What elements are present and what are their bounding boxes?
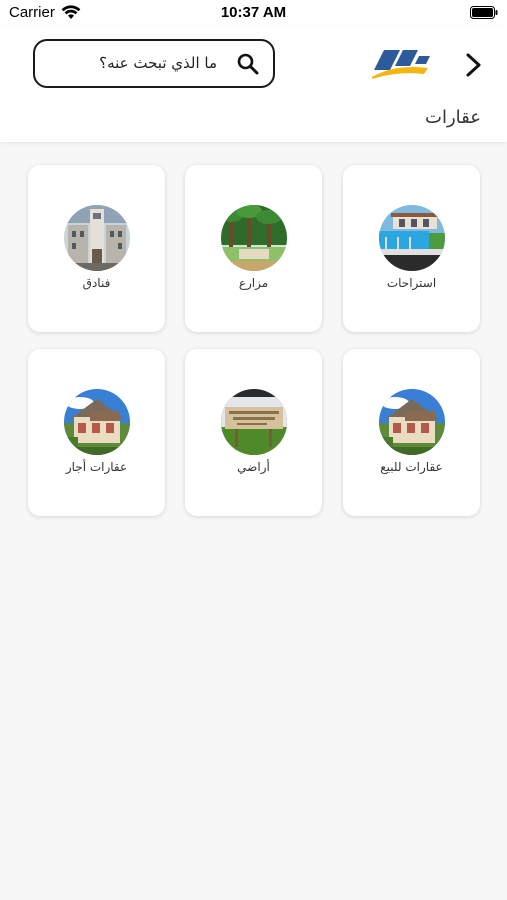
land-photo xyxy=(221,389,287,455)
house-for-sale-photo xyxy=(379,389,445,455)
hotel-photo xyxy=(64,205,130,271)
status-bar: Carrier 10:37 AM xyxy=(0,0,507,26)
category-card-hotels[interactable]: فنادق xyxy=(28,165,165,332)
house-for-rent-photo xyxy=(64,389,130,455)
search-placeholder: ما الذي تبحث عنه؟ xyxy=(99,54,217,72)
status-time: 10:37 AM xyxy=(220,4,287,21)
chevron-right-icon[interactable] xyxy=(460,50,486,80)
category-card-lands[interactable]: أراضي xyxy=(185,349,322,516)
category-card-farms[interactable]: مزارع xyxy=(185,165,322,332)
app-logo xyxy=(372,50,430,79)
rest-house-photo xyxy=(379,205,445,271)
category-label: عقارات أجار xyxy=(65,460,128,474)
battery-icon xyxy=(470,6,498,19)
category-label: مزارع xyxy=(238,276,269,290)
category-card-houses-for-sale[interactable]: عقارات للبيع xyxy=(343,349,480,516)
farm-photo xyxy=(221,205,287,271)
category-card-houses-for-rent[interactable]: عقارات أجار xyxy=(28,349,165,516)
search-input[interactable]: ما الذي تبحث عنه؟ xyxy=(33,39,275,88)
category-label: أراضي xyxy=(237,460,270,474)
page-title: عقارات xyxy=(425,107,481,128)
app-header: ما الذي تبحث عنه؟ عقارات xyxy=(0,26,507,142)
category-card-rest-houses[interactable]: استراحات xyxy=(343,165,480,332)
category-label: فنادق xyxy=(82,276,111,290)
category-label: عقارات للبيع xyxy=(380,460,443,474)
search-icon[interactable] xyxy=(236,52,260,76)
category-label: استراحات xyxy=(386,276,437,290)
